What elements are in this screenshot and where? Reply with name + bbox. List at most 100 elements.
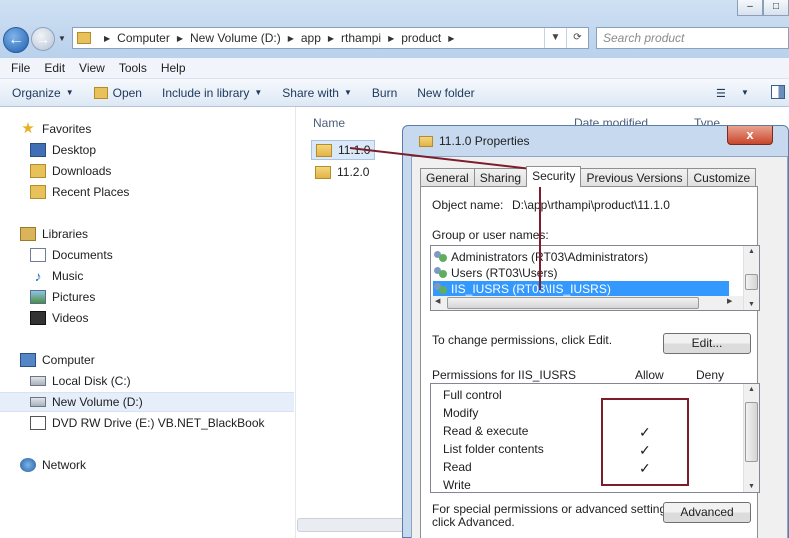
view-dropdown-button[interactable]: ▼ [741,88,749,97]
file-row-11-1-0[interactable]: 11.1.0 [311,140,376,160]
scroll-thumb[interactable] [745,402,758,462]
scroll-up-icon[interactable]: ▲ [748,386,755,393]
nav-downloads[interactable]: Downloads [0,161,294,181]
permission-full-control: Full control [443,388,733,406]
chevron-right-icon[interactable]: ▶ [388,34,394,43]
nav-libraries[interactable]: Libraries [0,224,294,244]
user-row-administrators[interactable]: Administrators (RT03\Administrators) [433,249,729,265]
user-list-horizontal-scrollbar[interactable]: ◀ ▶ [431,296,743,310]
minimize-button[interactable]: – [737,0,763,16]
forward-button[interactable]: → [31,27,55,51]
nav-label: Videos [52,311,89,325]
user-name: Users (RT03\Users) [451,266,558,280]
preview-pane-icon[interactable] [771,85,785,99]
nav-label: Local Disk (C:) [52,374,131,388]
nav-network[interactable]: Network [0,455,294,475]
chevron-right-icon[interactable]: ▶ [288,34,294,43]
edit-button[interactable]: Edit... [663,333,751,354]
nav-favorites[interactable]: ★ Favorites [0,119,294,139]
user-row-users[interactable]: Users (RT03\Users) [433,265,729,281]
allow-column-header: Allow [635,368,664,382]
permission-read: Read ✓ [443,460,733,478]
tab-customize[interactable]: Customize [687,168,757,187]
tab-general[interactable]: General [420,168,475,187]
computer-icon [20,353,36,367]
permissions-vertical-scrollbar[interactable]: ▲ ▼ [743,384,759,492]
breadcrumb-product[interactable]: product [401,31,441,45]
permission-write: Write [443,478,733,492]
share-with-button[interactable]: Share with ▼ [282,86,352,100]
refresh-icon: ⟳ [573,32,582,43]
horizontal-scrollbar[interactable] [297,518,407,532]
scroll-right-icon[interactable]: ▶ [727,297,732,305]
nav-label: Pictures [52,290,96,304]
scroll-left-icon[interactable]: ◀ [435,297,440,305]
user-list-vertical-scrollbar[interactable]: ▲ ▼ [743,246,759,310]
file-row-11-2-0[interactable]: 11.2.0 [311,162,373,182]
nav-music[interactable]: ♪ Music [0,266,294,286]
menu-tools[interactable]: Tools [112,61,154,75]
recent-pages-dropdown[interactable]: ▼ [58,34,66,43]
permission-read-execute: Read & execute ✓ [443,424,733,442]
nav-pictures[interactable]: Pictures [0,287,294,307]
burn-button[interactable]: Burn [372,86,397,100]
address-dropdown-button[interactable]: ▼ [544,28,566,48]
tab-sharing[interactable]: Sharing [473,168,528,187]
tab-previous-versions[interactable]: Previous Versions [580,168,689,187]
breadcrumb-rthampi[interactable]: rthampi [341,31,381,45]
hard-drive-icon [30,376,46,386]
nav-label: Downloads [52,164,112,178]
nav-local-disk[interactable]: Local Disk (C:) [0,371,294,391]
include-in-library-button[interactable]: Include in library ▼ [162,86,262,100]
nav-videos[interactable]: Videos [0,308,294,328]
nav-recent-places[interactable]: Recent Places [0,182,294,202]
nav-desktop[interactable]: Desktop [0,140,294,160]
recent-places-icon [30,185,46,199]
column-name[interactable]: Name [313,116,345,130]
search-input[interactable]: Search product [596,27,789,49]
hard-drive-icon [30,397,46,407]
advanced-button[interactable]: Advanced [663,502,751,523]
chevron-right-icon[interactable]: ▶ [448,34,454,43]
chevron-right-icon[interactable]: ▶ [104,34,110,43]
address-bar[interactable]: ▶ Computer ▶ New Volume (D:) ▶ app ▶ rth… [72,27,589,49]
view-options-icon[interactable]: ☰ [716,87,726,100]
nav-label: Network [42,458,87,472]
scroll-thumb[interactable] [745,274,758,290]
maximize-button[interactable]: □ [763,0,789,16]
scroll-thumb[interactable] [447,297,699,309]
chevron-right-icon[interactable]: ▶ [328,34,334,43]
breadcrumb-app[interactable]: app [301,31,321,45]
folder-icon [419,135,433,147]
object-name-label: Object name: [432,198,504,212]
menu-view[interactable]: View [72,61,112,75]
caret-down-icon: ▼ [343,88,352,97]
nav-new-volume[interactable]: New Volume (D:) [0,392,294,412]
menu-edit[interactable]: Edit [37,61,72,75]
scroll-up-icon[interactable]: ▲ [748,248,755,255]
breadcrumb-new-volume[interactable]: New Volume (D:) [190,31,281,45]
downloads-icon [30,164,46,178]
nav-label: Music [52,269,84,283]
open-button[interactable]: Open [93,86,142,100]
libraries-icon [20,227,36,241]
refresh-button[interactable]: ⟳ [566,28,588,48]
nav-computer[interactable]: Computer [0,350,294,370]
organize-button[interactable]: Organize ▼ [12,86,74,100]
breadcrumb-computer[interactable]: Computer [117,31,170,45]
nav-documents[interactable]: Documents [0,245,294,265]
change-permissions-text: To change permissions, click Edit. [432,333,613,347]
scroll-down-icon[interactable]: ▼ [748,301,755,308]
new-folder-button[interactable]: New folder [417,86,474,100]
menu-help[interactable]: Help [154,61,193,75]
user-list[interactable]: Administrators (RT03\Administrators) Use… [430,245,760,311]
back-button[interactable]: ← [3,27,29,53]
chevron-right-icon[interactable]: ▶ [177,34,183,43]
folder-icon [77,32,91,44]
user-row-iis-iusrs[interactable]: IIS_IUSRS (RT03\IIS_IUSRS) [433,281,729,297]
menu-file[interactable]: File [4,61,37,75]
close-button[interactable]: x [727,126,773,145]
nav-dvd-drive[interactable]: DVD RW Drive (E:) VB.NET_BlackBook [0,413,294,433]
scroll-down-icon[interactable]: ▼ [748,483,755,490]
tab-security[interactable]: Security [526,166,582,187]
